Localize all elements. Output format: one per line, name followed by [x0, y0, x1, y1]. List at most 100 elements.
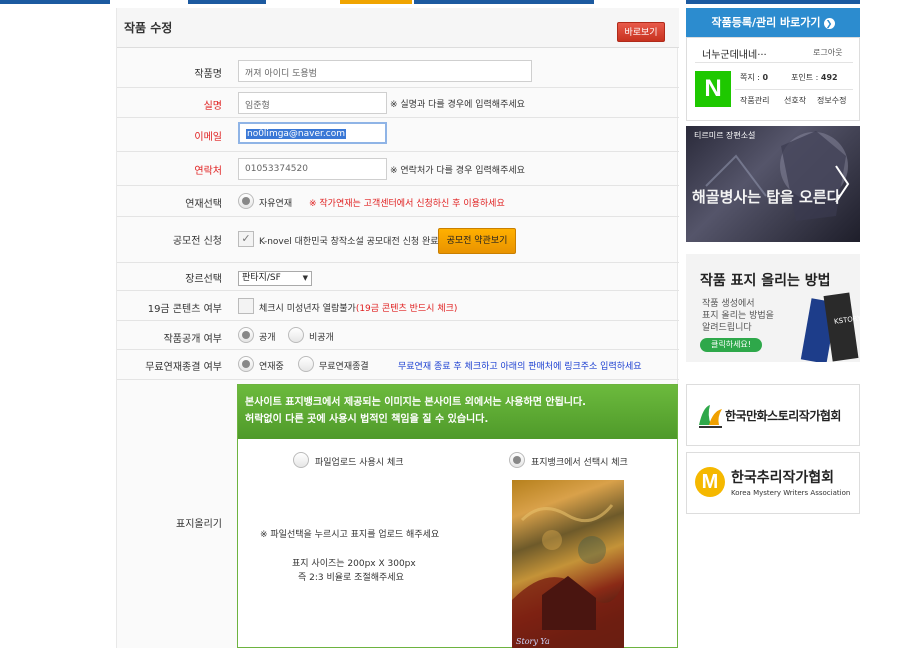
comics-assoc-logo-icon — [699, 405, 722, 428]
divider — [695, 62, 853, 63]
novel-banner[interactable]: 티르미르 장편소설 해골병사는 탑을 오른다 — [686, 126, 860, 242]
free-end-radio[interactable] — [298, 356, 314, 372]
label-cover: 표지올리기 — [176, 519, 222, 530]
novel-banner-art — [705, 131, 850, 221]
panel-header: 작품 수정 바로보기 — [117, 8, 679, 48]
free-end-note: 무료연재 종료 후 체크하고 아래의 판매처에 링크주소 입력하세요 — [398, 362, 642, 372]
bank-radio[interactable] — [509, 452, 525, 468]
sidebar-header[interactable]: 작품등록/관리 바로가기 ❯ — [686, 8, 860, 37]
guide-line3: 알려드립니다 — [702, 323, 752, 333]
upload-label: 파일업로드 사용시 체크 — [315, 458, 404, 468]
serial-note: ※ 작가연재는 고객센터에서 신청하신 후 이용하세요 — [309, 199, 505, 209]
mystery-assoc-name: 한국추리작가협회 — [731, 470, 835, 486]
label-serial: 연재선택 — [185, 199, 222, 210]
genre-select[interactable]: 판타지/SF ▼ — [238, 271, 312, 286]
contest-text: K-novel 대한민국 창작소설 공모대전 신청 완료 — [259, 237, 439, 247]
chevron-down-icon: ▼ — [302, 274, 308, 282]
row-adult: 19금 콘텐츠 여부 체크시 미성년자 열람불가(19금 콘텐츠 반드시 체크) — [117, 291, 679, 321]
edit-work-panel: 작품 수정 바로보기 작품명 꺼져 아이디 도용범 실명 임준형 ※ 실명과 다… — [116, 8, 679, 648]
cover-size-line1: 표지 사이즈는 200px X 300px — [292, 559, 416, 569]
private-radio[interactable] — [288, 327, 304, 343]
label-genre: 장르선택 — [185, 274, 222, 285]
row-serial: 연재선택 자유연재 ※ 작가연재는 고객센터에서 신청하신 후 이용하세요 — [117, 186, 679, 217]
link-favorites[interactable]: 선호작 — [784, 95, 806, 106]
naver-logo: N — [695, 71, 731, 107]
work-name-input[interactable]: 꺼져 아이디 도용범 — [238, 60, 532, 82]
point-label: 포인트 : — [791, 73, 821, 82]
cover-guide-banner[interactable]: 작품 표지 올리는 방법 작품 생성에서 표지 올리는 방법을 알려드립니다 클… — [686, 254, 860, 362]
adult-checkbox[interactable] — [238, 298, 254, 314]
point-count: 포인트 : 492 — [791, 72, 838, 83]
serial-free-radio[interactable] — [238, 193, 254, 209]
label-public: 작품공개 여부 — [163, 334, 222, 345]
label-work-name: 작품명 — [194, 69, 222, 80]
adult-note: (19금 콘텐츠 반드시 체크) — [355, 304, 458, 314]
real-name-note: ※ 실명과 다를 경우에 입력해주세요 — [390, 100, 525, 110]
books-illustration — [800, 292, 859, 362]
label-email: 이메일 — [194, 132, 222, 143]
cover-notice-line1: 본사이트 표지뱅크에서 제공되는 이미지는 본사이트 외에서는 사용하면 안됩니… — [245, 397, 586, 408]
cover-instruction: ※ 파일선택을 누르시고 표지를 업로드 해주세요 — [260, 530, 440, 540]
top-strip — [0, 0, 900, 4]
label-real-name: 실명 — [203, 101, 222, 112]
row-contest: 공모전 신청 ✓ K-novel 대한민국 창작소설 공모대전 신청 완료 공모… — [117, 217, 679, 263]
serializing-label: 연재중 — [259, 362, 284, 372]
row-public: 작품공개 여부 공개 비공개 — [117, 321, 679, 350]
preview-button[interactable]: 바로보기 — [617, 22, 665, 42]
note-count[interactable]: 쪽지 : 0 — [740, 72, 768, 83]
mystery-assoc-en: Korea Mystery Writers Association — [731, 489, 851, 497]
private-label: 비공개 — [309, 333, 334, 343]
bank-label: 표지뱅크에서 선택시 체크 — [531, 458, 628, 468]
email-input[interactable]: no0limga@naver.com — [238, 122, 387, 144]
serial-free-label: 자유연재 — [259, 199, 293, 209]
upload-radio[interactable] — [293, 452, 309, 468]
guide-title: 작품 표지 올리는 방법 — [700, 273, 831, 289]
username: 너누군데내네··· — [702, 50, 767, 61]
note-label: 쪽지 : — [740, 73, 763, 82]
cover-notice-line2: 허락없이 다른 곳에 사용시 법적인 책임을 질 수 있습니다. — [245, 414, 489, 425]
page-title: 작품 수정 — [124, 21, 173, 35]
note-value: 0 — [762, 73, 769, 82]
guide-click-button[interactable]: 클릭하세요! — [700, 338, 762, 352]
public-radio[interactable] — [238, 327, 254, 343]
comics-assoc-name: 한국만화스토리작가협회 — [725, 409, 841, 423]
point-value: 492 — [820, 73, 838, 82]
label-free-end: 무료연재종결 여부 — [145, 362, 222, 373]
adult-text: 체크시 미성년자 열람불가(19금 콘텐츠 반드시 체크) — [259, 301, 457, 314]
row-genre: 장르선택 판타지/SF ▼ — [117, 263, 679, 291]
cover-artwork — [512, 504, 624, 648]
email-value: no0limga@naver.com — [246, 129, 346, 139]
label-adult: 19금 콘텐츠 여부 — [147, 304, 222, 315]
label-phone: 연락처 — [194, 166, 222, 177]
row-free-end: 무료연재종결 여부 연재중 무료연재종결 무료연재 종료 후 체크하고 아래의 … — [117, 350, 679, 380]
comics-assoc-banner[interactable]: 한국만화스토리작가협회 — [686, 384, 860, 446]
sidebar-header-label: 작품등록/관리 바로가기 — [711, 16, 821, 29]
contest-checkbox[interactable]: ✓ — [238, 231, 254, 247]
real-name-input[interactable]: 임준형 — [238, 92, 387, 114]
novel-title: 해골병사는 탑을 오른다 — [692, 188, 841, 206]
user-panel: 너누군데내네··· 로그아웃 N 쪽지 : 0 포인트 : 492 작품관리 선… — [686, 37, 860, 121]
cover-size-line2: 즉 2:3 비율로 조절해주세요 — [298, 573, 404, 583]
serializing-radio[interactable] — [238, 356, 254, 372]
cover-image[interactable]: Story Ya — [512, 480, 624, 648]
genre-selected: 판타지/SF — [242, 273, 281, 283]
novel-badge: 티르미르 장편소설 — [694, 131, 756, 140]
link-edit-info[interactable]: 정보수정 — [817, 95, 846, 106]
row-real-name: 실명 임준형 ※ 실명과 다를 경우에 입력해주세요 — [117, 88, 679, 118]
cover-caption: Story Ya — [516, 637, 550, 646]
contest-terms-button[interactable]: 공모전 약관보기 — [438, 228, 516, 254]
phone-input[interactable]: 01053374520 — [238, 158, 387, 180]
arrow-right-icon: ❯ — [823, 17, 835, 29]
mystery-assoc-banner[interactable]: M 한국추리작가협회 Korea Mystery Writers Associa… — [686, 452, 860, 514]
row-phone: 연락처 01053374520 ※ 연락처가 다를 경우 입력해주세요 — [117, 152, 679, 186]
cover-notice: 본사이트 표지뱅크에서 제공되는 이미지는 본사이트 외에서는 사용하면 안됩니… — [238, 385, 677, 439]
public-label: 공개 — [259, 333, 276, 343]
label-contest: 공모전 신청 — [172, 236, 222, 247]
row-email: 이메일 no0limga@naver.com — [117, 118, 679, 152]
adult-text-main: 체크시 미성년자 열람불가 — [259, 304, 356, 314]
logout-link[interactable]: 로그아웃 — [813, 47, 842, 58]
cover-upload-box: 본사이트 표지뱅크에서 제공되는 이미지는 본사이트 외에서는 사용하면 안됩니… — [237, 384, 678, 648]
link-work-manage[interactable]: 작품관리 — [740, 95, 769, 106]
mystery-assoc-logo-icon: M — [695, 467, 725, 497]
row-work-name: 작품명 꺼져 아이디 도용범 — [117, 56, 679, 88]
